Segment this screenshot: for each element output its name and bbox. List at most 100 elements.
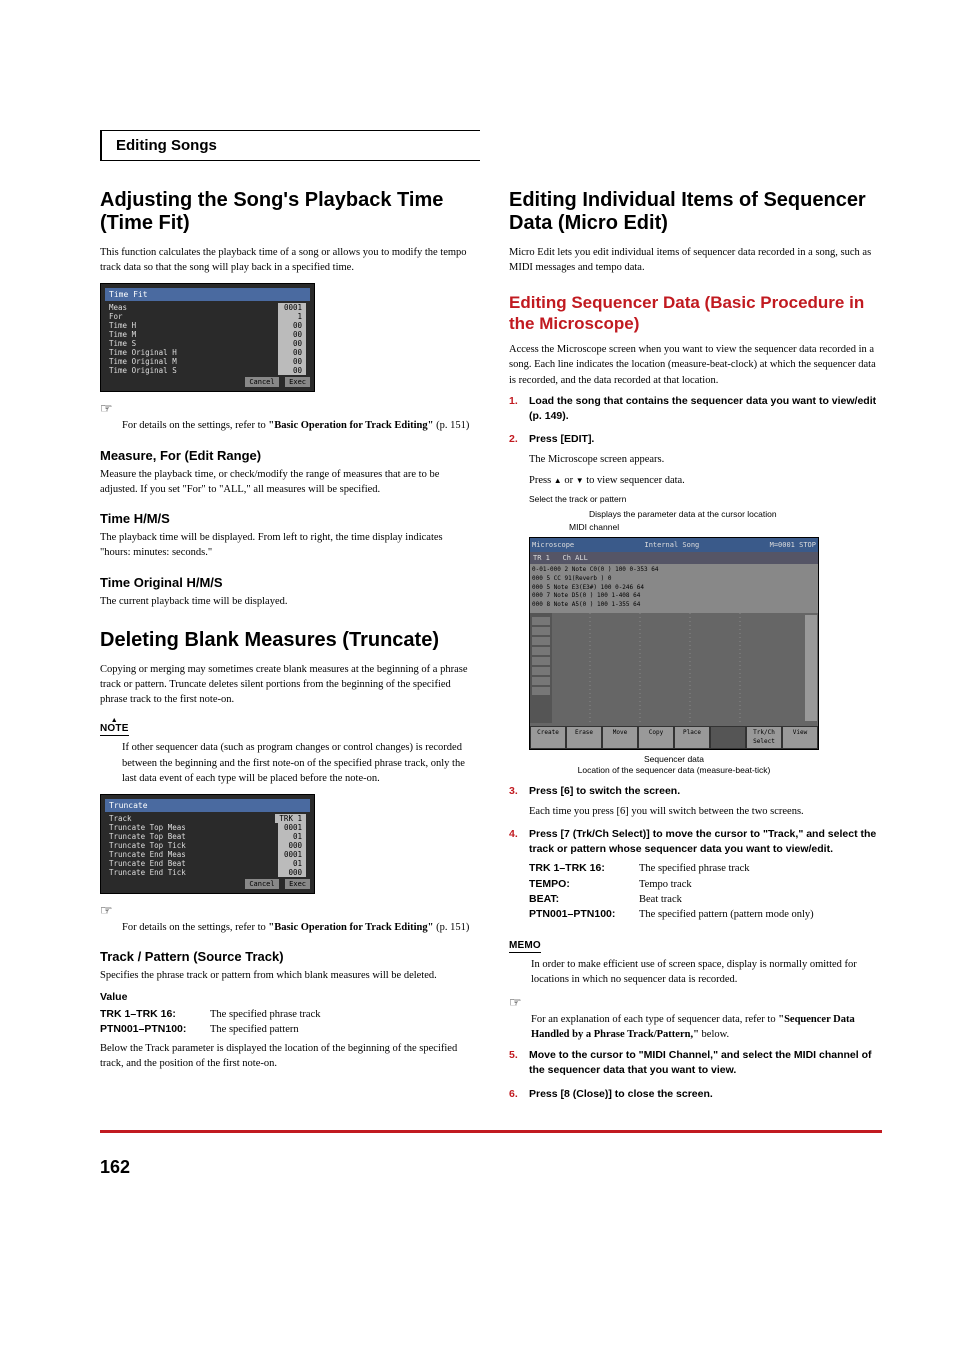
sf-label: Meas xyxy=(109,303,127,312)
spacer-button xyxy=(711,727,745,748)
sf-val: 00 xyxy=(278,321,306,330)
anno-param: Displays the parameter data at the curso… xyxy=(589,509,819,520)
step-3: Press [6] to switch the screen. Each tim… xyxy=(509,784,882,818)
sf-val: 000 xyxy=(278,841,306,850)
step-title: Press [8 (Close)] to close the screen. xyxy=(529,1088,713,1100)
sf-label: Track xyxy=(109,814,132,823)
reference-icon xyxy=(100,902,473,920)
time-hms-body: The playback time will be displayed. Fro… xyxy=(100,530,473,560)
bs-ch: Ch ALL xyxy=(563,554,588,562)
step-body: Each time you press [6] you will switch … xyxy=(529,804,882,819)
sf-label: Time S xyxy=(109,339,136,348)
ref-text: (p. 151) xyxy=(433,420,469,431)
sf-label: Truncate End Meas xyxy=(109,850,186,859)
sf-val: 00 xyxy=(278,348,306,357)
ref-text: (p. 151) xyxy=(433,922,469,933)
step-title: Load the song that contains the sequence… xyxy=(529,395,876,422)
step-1: Load the song that contains the sequence… xyxy=(509,394,882,424)
step-title: Press [EDIT]. xyxy=(529,433,594,445)
ref-bold: "Basic Operation for Track Editing" xyxy=(268,420,433,431)
sf-label: Truncate Top Meas xyxy=(109,823,186,832)
sf-label: Truncate Top Tick xyxy=(109,841,186,850)
event-row: 0-01-000 2 Note C0(0 ) 100 0-353 64 xyxy=(532,566,816,575)
up-arrow-icon xyxy=(554,475,562,486)
section-header: Editing Songs xyxy=(100,130,480,161)
sf-val: 00 xyxy=(278,330,306,339)
timefit-intro: This function calculates the playback ti… xyxy=(100,245,473,275)
sf-label: Time M xyxy=(109,330,136,339)
sf-val: TRK 1 xyxy=(275,814,306,823)
exec-button[interactable]: Exec xyxy=(285,377,310,387)
place-button[interactable]: Place xyxy=(675,727,709,748)
note-body: If other sequencer data (such as program… xyxy=(122,740,473,786)
step-title: Move to the cursor to "MIDI Channel," an… xyxy=(529,1049,872,1076)
step-title: Press [7 (Trk/Ch Select)] to move the cu… xyxy=(529,828,876,855)
memo-body: In order to make efficient use of screen… xyxy=(531,957,882,987)
track-area xyxy=(530,612,818,726)
below-track-param: Below the Track parameter is displayed t… xyxy=(100,1041,473,1071)
subhead-track-pattern: Track / Pattern (Source Track) xyxy=(100,949,473,964)
sf-val: 00 xyxy=(278,366,306,375)
move-button[interactable]: Move xyxy=(603,727,637,748)
trail-text: to view sequencer data. xyxy=(584,475,685,486)
screenshot-title: Truncate xyxy=(105,799,310,812)
sf-label: Truncate End Tick xyxy=(109,868,186,877)
footer-divider xyxy=(100,1130,882,1133)
event-row: 000 8 Note A5(0 ) 100 1-355 64 xyxy=(532,601,816,610)
down-arrow-icon xyxy=(576,475,584,486)
view-button[interactable]: View xyxy=(783,727,817,748)
right-column: Editing Individual Items of Sequencer Da… xyxy=(509,189,882,1110)
screenshot-time-fit: Time Fit Meas0001 For1 Time H00 Time M00… xyxy=(100,283,315,392)
copy-button[interactable]: Copy xyxy=(639,727,673,748)
step-6: Press [8 (Close)] to close the screen. xyxy=(509,1087,882,1102)
measure-for-body: Measure the playback time, or check/modi… xyxy=(100,467,473,497)
step-body: Press or to view sequencer data. xyxy=(529,473,882,488)
event-row: 000 5 Note E3(E3#) 100 0-246 64 xyxy=(532,584,816,593)
sf-label: Time Original S xyxy=(109,366,177,375)
kv-val: Beat track xyxy=(639,892,682,907)
trkch-select-button[interactable]: Trk/Ch Select xyxy=(747,727,781,748)
kv-key: TEMPO: xyxy=(529,877,639,892)
exec-button[interactable]: Exec xyxy=(285,879,310,889)
ref-text: For details on the settings, refer to xyxy=(122,420,268,431)
screenshot-microscope: Microscope Internal Song M=0001 STOP TR … xyxy=(529,537,819,750)
subhead-time-original: Time Original H/M/S xyxy=(100,575,473,590)
sf-val: 00 xyxy=(278,357,306,366)
anno-loc: Location of the sequencer data (measure-… xyxy=(529,765,819,776)
bs-trk: TR 1 xyxy=(533,554,550,562)
anno-select: Select the track or pattern xyxy=(529,494,882,505)
step-title: Press [6] to switch the screen. xyxy=(529,785,680,797)
step-body: The Microscope screen appears. xyxy=(529,452,882,467)
event-list: 0-01-000 2 Note C0(0 ) 100 0-353 64 000 … xyxy=(530,564,818,611)
step-2: Press [EDIT]. The Microscope screen appe… xyxy=(509,432,882,776)
microscope-intro: Access the Microscope screen when you wa… xyxy=(509,342,882,388)
sf-val: 0001 xyxy=(278,850,306,859)
time-original-body: The current playback time will be displa… xyxy=(100,594,473,609)
press-text: Press xyxy=(529,475,554,486)
erase-button[interactable]: Erase xyxy=(567,727,601,748)
cancel-button[interactable]: Cancel xyxy=(245,377,278,387)
step-4: Press [7 (Trk/Ch Select)] to move the cu… xyxy=(509,827,882,922)
ref-text: For details on the settings, refer to xyxy=(122,922,268,933)
kv-key: PTN001–PTN100: xyxy=(100,1022,210,1037)
reference-icon xyxy=(100,400,473,418)
event-row: 000 5 CC 91(Reverb ) 0 xyxy=(532,575,816,584)
subhead-measure-for: Measure, For (Edit Range) xyxy=(100,448,473,463)
kv-val: The specified pattern (pattern mode only… xyxy=(639,907,814,922)
sf-val: 01 xyxy=(278,859,306,868)
reference-text: For details on the settings, refer to "B… xyxy=(122,418,473,433)
note-label: NOTE xyxy=(100,723,129,734)
sf-label: Truncate Top Beat xyxy=(109,832,186,841)
cancel-button[interactable]: Cancel xyxy=(245,879,278,889)
anno-midi: MIDI channel xyxy=(569,522,819,533)
create-button[interactable]: Create xyxy=(531,727,565,748)
note-icon: ▲NOTE xyxy=(100,723,129,736)
bs-stop: STOP xyxy=(799,541,816,549)
kv-key: TRK 1–TRK 16: xyxy=(529,861,639,876)
sf-val: 000 xyxy=(278,868,306,877)
step-5: Move to the cursor to "MIDI Channel," an… xyxy=(509,1048,882,1078)
reference-text: For an explanation of each type of seque… xyxy=(531,1012,882,1042)
kv-key: PTN001–PTN100: xyxy=(529,907,639,922)
bs-meas: M=0001 xyxy=(770,541,795,549)
subhead-time-hms: Time H/M/S xyxy=(100,511,473,526)
